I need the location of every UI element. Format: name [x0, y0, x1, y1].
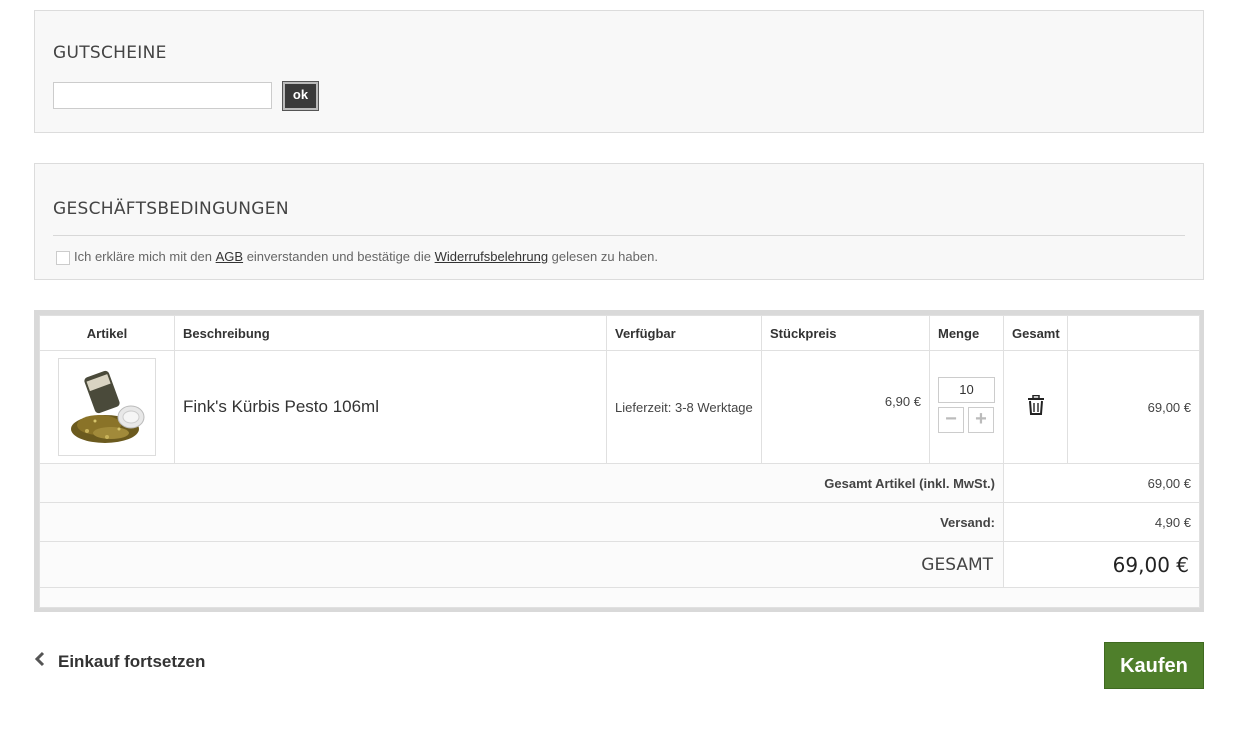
terms-title: GESCHÄFTSBEDINGUNGEN: [53, 199, 289, 219]
widerruf-link[interactable]: Widerrufsbelehrung: [435, 249, 548, 264]
items-total-value: 69,00 €: [1003, 463, 1200, 503]
terms-checkbox[interactable]: [56, 251, 70, 265]
col-header-menge: Menge: [929, 315, 1004, 351]
terms-text-3: gelesen zu haben.: [548, 249, 658, 264]
grand-total-label: GESAMT: [39, 541, 1004, 588]
product-thumb-cell: [39, 350, 175, 464]
col-header-beschreibung: Beschreibung: [174, 315, 607, 351]
quantity-cell: 10 − +: [929, 350, 1004, 464]
unit-price-cell: 6,90 €: [761, 350, 930, 464]
product-image[interactable]: [58, 358, 156, 456]
quantity-input[interactable]: 10: [938, 377, 995, 403]
trash-icon[interactable]: [1027, 394, 1045, 419]
terms-text-2: einverstanden und bestätige die: [243, 249, 435, 264]
product-availability: Lieferzeit: 3-8 Werktage: [606, 350, 762, 464]
items-total-row: Gesamt Artikel (inkl. MwSt.) 69,00 €: [39, 463, 1200, 503]
continue-shopping-link[interactable]: Einkauf fortsetzen: [34, 651, 205, 672]
chevron-left-icon: [34, 651, 58, 672]
cart-header-row: Artikel Beschreibung Verfügbar Stückprei…: [39, 315, 1200, 351]
terms-text-1: Ich erkläre mich mit den: [74, 249, 216, 264]
cart-table: Artikel Beschreibung Verfügbar Stückprei…: [39, 315, 1200, 608]
voucher-ok-button[interactable]: ok: [282, 81, 319, 111]
terms-consent-row: Ich erkläre mich mit den AGB einverstand…: [56, 248, 658, 265]
remove-cell: [1003, 350, 1068, 464]
spacer-row: [39, 587, 1200, 608]
col-header-empty: [1067, 315, 1200, 351]
terms-panel: GESCHÄFTSBEDINGUNGEN Ich erkläre mich mi…: [34, 163, 1204, 280]
line-total: 69,00 €: [1067, 350, 1200, 464]
continue-shopping-label: Einkauf fortsetzen: [58, 651, 206, 671]
buy-button[interactable]: Kaufen: [1104, 642, 1204, 689]
shipping-row: Versand: 4,90 €: [39, 502, 1200, 542]
table-row: Fink's Kürbis Pesto 106ml Lieferzeit: 3-…: [39, 350, 1200, 464]
col-header-verfuegbar: Verfügbar: [606, 315, 762, 351]
voucher-code-input[interactable]: [53, 82, 272, 109]
col-header-stueckpreis: Stückpreis: [761, 315, 930, 351]
unit-price: 6,90 €: [884, 393, 921, 409]
grand-total-value: 69,00 €: [1003, 541, 1200, 588]
quantity-increase-button[interactable]: +: [968, 407, 994, 433]
items-total-label: Gesamt Artikel (inkl. MwSt.): [39, 463, 1004, 503]
col-header-artikel: Artikel: [39, 315, 175, 351]
agb-link[interactable]: AGB: [216, 249, 243, 264]
shipping-value: 4,90 €: [1003, 502, 1200, 542]
col-header-gesamt: Gesamt: [1003, 315, 1068, 351]
quantity-decrease-button[interactable]: −: [938, 407, 964, 433]
product-description[interactable]: Fink's Kürbis Pesto 106ml: [174, 350, 607, 464]
grand-total-row: GESAMT 69,00 €: [39, 541, 1200, 588]
voucher-title: GUTSCHEINE: [53, 43, 167, 63]
voucher-panel: GUTSCHEINE ok: [34, 10, 1204, 133]
spacer-cell: [39, 587, 1200, 608]
terms-divider: [53, 235, 1185, 236]
shipping-label: Versand:: [39, 502, 1004, 542]
cart-table-container: Artikel Beschreibung Verfügbar Stückprei…: [34, 310, 1204, 612]
